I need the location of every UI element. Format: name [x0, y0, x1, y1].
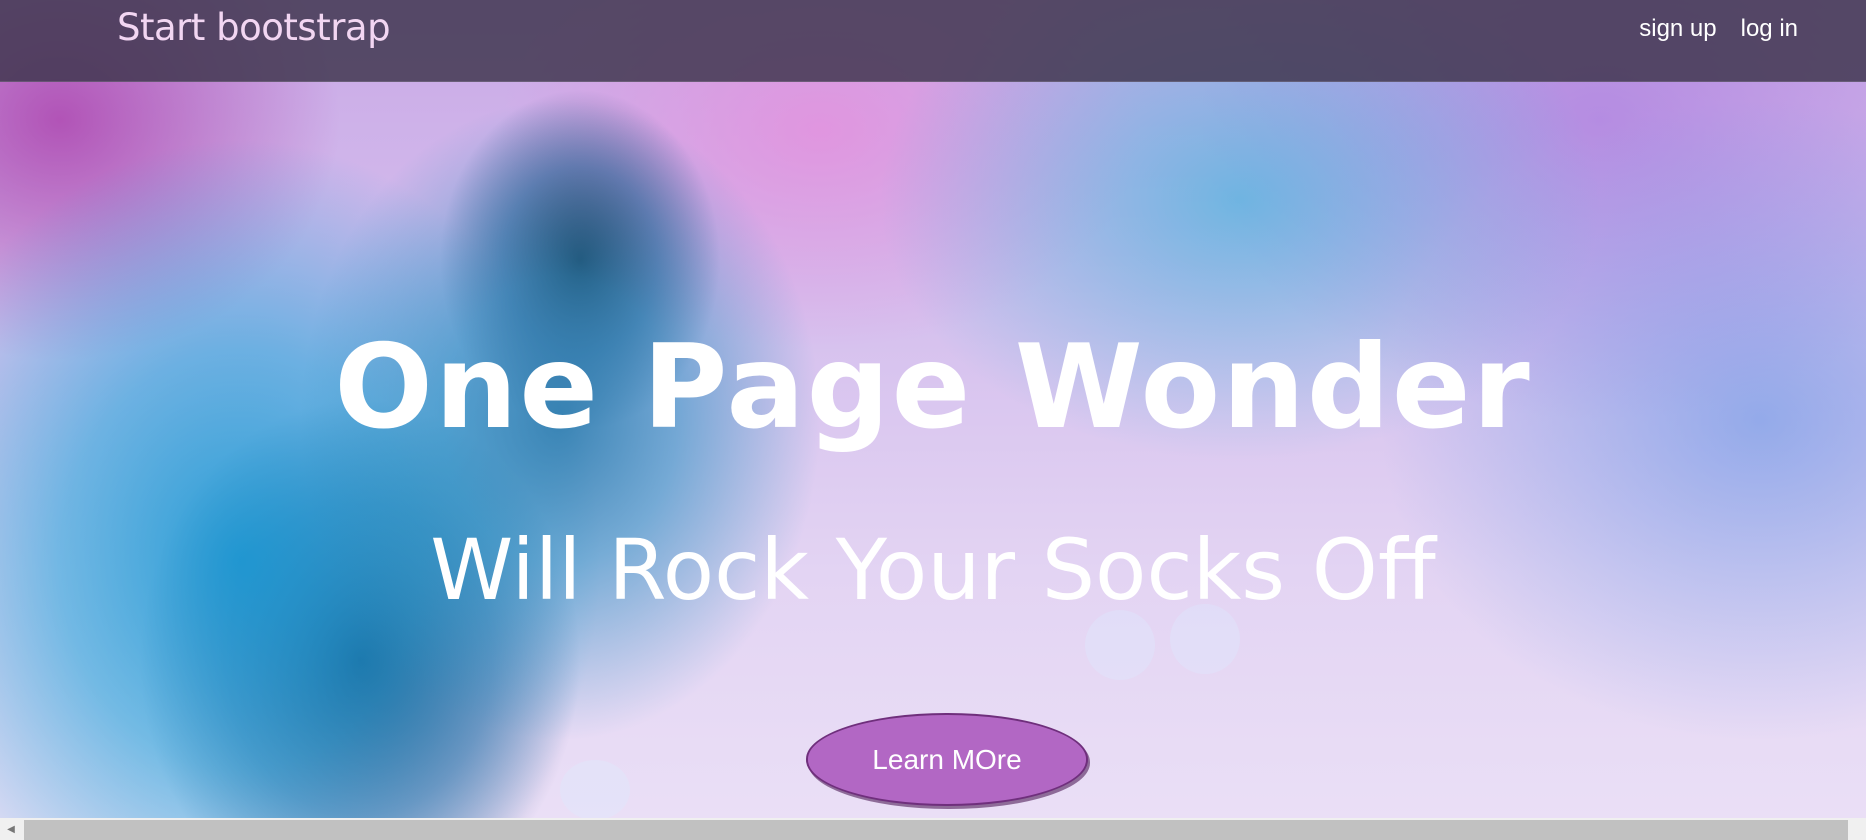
- scrollbar-thumb[interactable]: [24, 820, 1848, 840]
- learn-more-button[interactable]: Learn MOre: [806, 713, 1088, 806]
- sign-up-link[interactable]: sign up: [1639, 15, 1716, 43]
- page: Start bootstrap sign up log in One Page …: [0, 0, 1866, 840]
- top-navbar: Start bootstrap sign up log in: [0, 0, 1866, 82]
- brand-logo-link[interactable]: Start bootstrap: [117, 6, 391, 49]
- nav-links: sign up log in: [1639, 15, 1798, 43]
- log-in-link[interactable]: log in: [1741, 15, 1798, 43]
- scroll-left-arrow-icon[interactable]: ◀: [0, 818, 22, 840]
- horizontal-scrollbar[interactable]: ◀: [0, 818, 1866, 840]
- bokeh-light: [1085, 610, 1155, 680]
- bokeh-light: [560, 760, 630, 818]
- hero-headline: One Page Wonder: [334, 320, 1532, 455]
- hero-subheadline: Will Rock Your Socks Off: [430, 521, 1436, 619]
